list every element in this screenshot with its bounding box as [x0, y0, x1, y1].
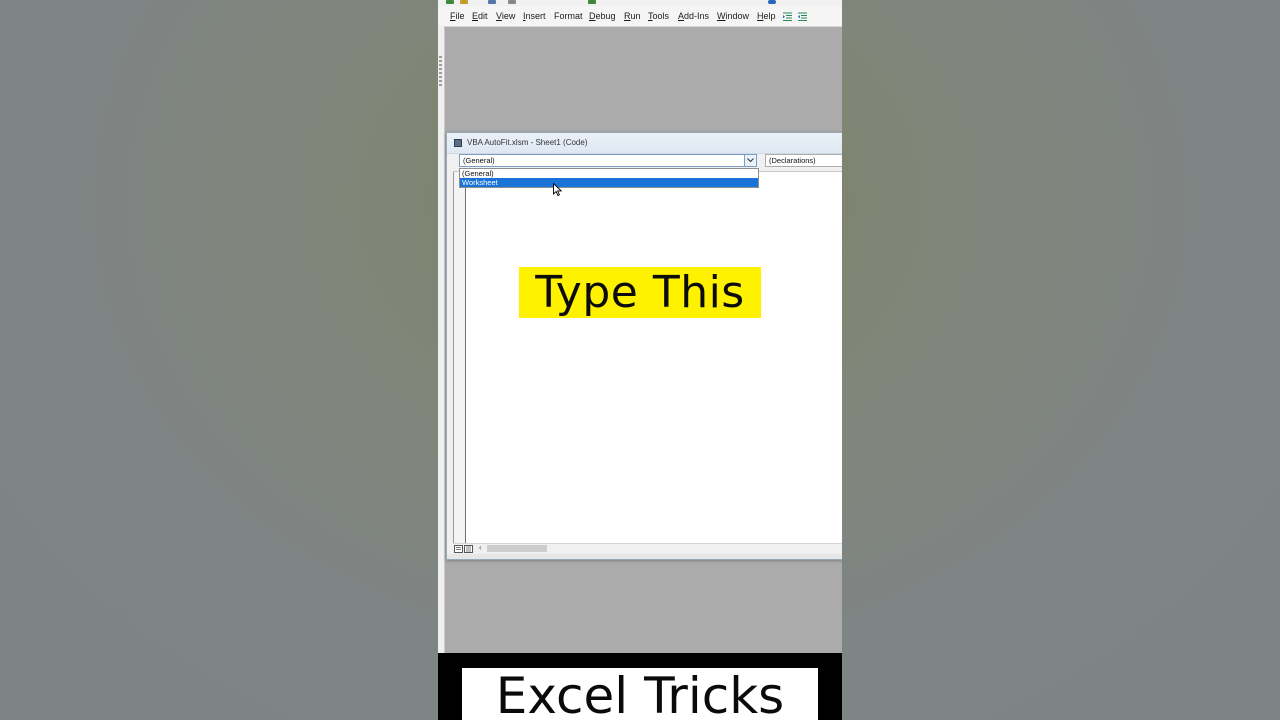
code-window-titlebar[interactable]: VBA AutoFit.xlsm - Sheet1 (Code) [447, 133, 842, 154]
margin-indicator-bar[interactable] [453, 172, 466, 544]
code-window: VBA AutoFit.xlsm - Sheet1 (Code) (Genera… [446, 132, 842, 560]
menu-insert[interactable]: Insert [523, 11, 546, 22]
menu-window[interactable]: Window [717, 11, 749, 22]
object-combo-value: (General) [463, 156, 495, 165]
run-icon[interactable] [588, 0, 596, 4]
chevron-down-icon [747, 158, 754, 163]
menu-edit[interactable]: Edit [472, 11, 488, 22]
save-icon[interactable] [446, 0, 454, 4]
code-window-bottom-border [447, 554, 842, 559]
vba-editor-screen: File Edit View Insert Format Debug Run T… [438, 0, 842, 720]
dropdown-option-worksheet[interactable]: Worksheet [460, 178, 758, 187]
dock-grip[interactable] [439, 56, 442, 86]
menu-help[interactable]: Help [757, 11, 776, 22]
folder-icon[interactable] [460, 0, 468, 4]
menu-view[interactable]: View [496, 11, 515, 22]
object-combo[interactable]: (General) [459, 154, 757, 167]
menu-run[interactable]: Run [624, 11, 641, 22]
code-editor[interactable] [453, 171, 842, 544]
menu-file[interactable]: File [450, 11, 465, 22]
object-dropdown-list: (General) Worksheet [459, 168, 759, 188]
indent-icon[interactable] [783, 12, 792, 21]
menu-bar: File Edit View Insert Format Debug Run T… [438, 6, 842, 27]
procedure-combo-value: (Declarations) [769, 156, 816, 165]
view-mode-icons[interactable] [454, 545, 474, 553]
channel-caption: Excel Tricks [462, 668, 818, 720]
menu-add-ins[interactable]: Add-Ins [678, 11, 709, 22]
code-window-title: VBA AutoFit.xlsm - Sheet1 (Code) [467, 138, 588, 147]
mouse-pointer-icon [553, 183, 562, 196]
scroll-left-arrow-icon[interactable]: ‹ [479, 543, 482, 552]
horizontal-scrollbar[interactable]: ‹ [453, 543, 842, 554]
menu-debug[interactable]: Debug [589, 11, 616, 22]
procedure-combo[interactable]: (Declarations) [765, 154, 842, 167]
left-dock-edge [438, 26, 445, 653]
module-icon [454, 139, 462, 147]
cut-icon[interactable] [488, 0, 496, 4]
menu-tools[interactable]: Tools [648, 11, 669, 22]
instruction-caption: Type This [519, 267, 761, 318]
help-icon[interactable] [768, 0, 776, 4]
scrollbar-thumb[interactable] [487, 545, 547, 552]
outdent-icon[interactable] [798, 12, 807, 21]
copy-icon[interactable] [508, 0, 516, 4]
dropdown-option-general[interactable]: (General) [460, 169, 758, 178]
object-combo-dropdown-button[interactable] [744, 155, 756, 166]
menu-format[interactable]: Format [554, 11, 583, 22]
